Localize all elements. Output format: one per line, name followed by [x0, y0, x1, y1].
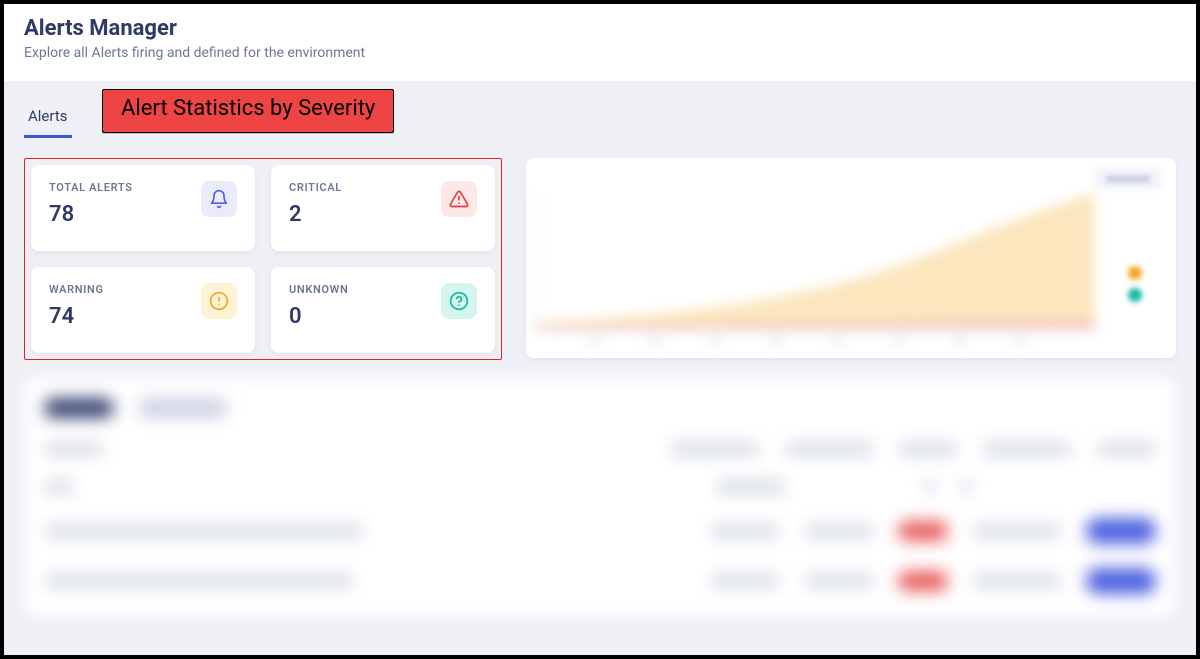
- page-header: Alerts Manager Explore all Alerts firing…: [4, 4, 1196, 81]
- stat-value: 2: [289, 202, 342, 227]
- bell-icon: [201, 181, 237, 217]
- stat-text: UNKNOWN 0: [289, 283, 348, 329]
- workspace: Alerts Alert Statistics by Severity TOTA…: [4, 81, 1196, 658]
- page-subtitle: Explore all Alerts firing and defined fo…: [24, 45, 1176, 61]
- stat-label: WARNING: [49, 283, 104, 296]
- tab-alerts[interactable]: Alerts: [24, 99, 72, 138]
- alert-triangle-icon: [441, 181, 477, 217]
- stat-text: TOTAL ALERTS 78: [49, 181, 133, 227]
- stats-and-chart-row: TOTAL ALERTS 78 CRITICAL 2: [24, 158, 1176, 360]
- svg-text:xxx: xxx: [648, 337, 662, 347]
- stat-label: CRITICAL: [289, 181, 342, 194]
- svg-text:xxx: xxx: [892, 337, 906, 347]
- app-frame: Alerts Manager Explore all Alerts firing…: [0, 0, 1200, 659]
- severity-stats-grid: TOTAL ALERTS 78 CRITICAL 2: [24, 158, 502, 360]
- stat-card-critical[interactable]: CRITICAL 2: [271, 165, 495, 251]
- stat-text: CRITICAL 2: [289, 181, 342, 227]
- tab-row: Alerts Alert Statistics by Severity: [24, 81, 1176, 138]
- page-title: Alerts Manager: [24, 16, 1176, 41]
- svg-text:xxx: xxx: [953, 337, 967, 347]
- alert-circle-icon: [201, 283, 237, 319]
- stat-label: TOTAL ALERTS: [49, 181, 133, 194]
- stat-value: 78: [49, 202, 133, 227]
- alerts-table-blurred: [24, 378, 1176, 618]
- stat-card-unknown[interactable]: UNKNOWN 0: [271, 267, 495, 353]
- alerts-trend-chart: xxxxxxxx xxxxxxxxx xxxxxxxxx xxxxxx: [526, 158, 1176, 358]
- annotation-callout: Alert Statistics by Severity: [102, 89, 394, 133]
- legend-dot-unknown: [1128, 288, 1142, 302]
- stat-text: WARNING 74: [49, 283, 104, 329]
- help-circle-icon: [441, 283, 477, 319]
- legend-dot-warning: [1128, 266, 1142, 280]
- svg-text:xxx: xxx: [709, 337, 723, 347]
- stat-card-total[interactable]: TOTAL ALERTS 78: [31, 165, 255, 251]
- stat-label: UNKNOWN: [289, 283, 348, 296]
- svg-text:xxx: xxx: [770, 337, 784, 347]
- svg-text:xxx: xxx: [831, 337, 845, 347]
- svg-text:xxx: xxx: [587, 337, 601, 347]
- chart-legend: [1128, 244, 1142, 302]
- svg-text:xxx: xxx: [1014, 337, 1028, 347]
- legend-dot-critical: [1128, 244, 1142, 258]
- stat-value: 0: [289, 304, 348, 329]
- chart-canvas: xxx xxx xxx xxx xxx xxx xxx xxx: [526, 158, 1176, 358]
- stat-card-warning[interactable]: WARNING 74: [31, 267, 255, 353]
- stat-value: 74: [49, 304, 104, 329]
